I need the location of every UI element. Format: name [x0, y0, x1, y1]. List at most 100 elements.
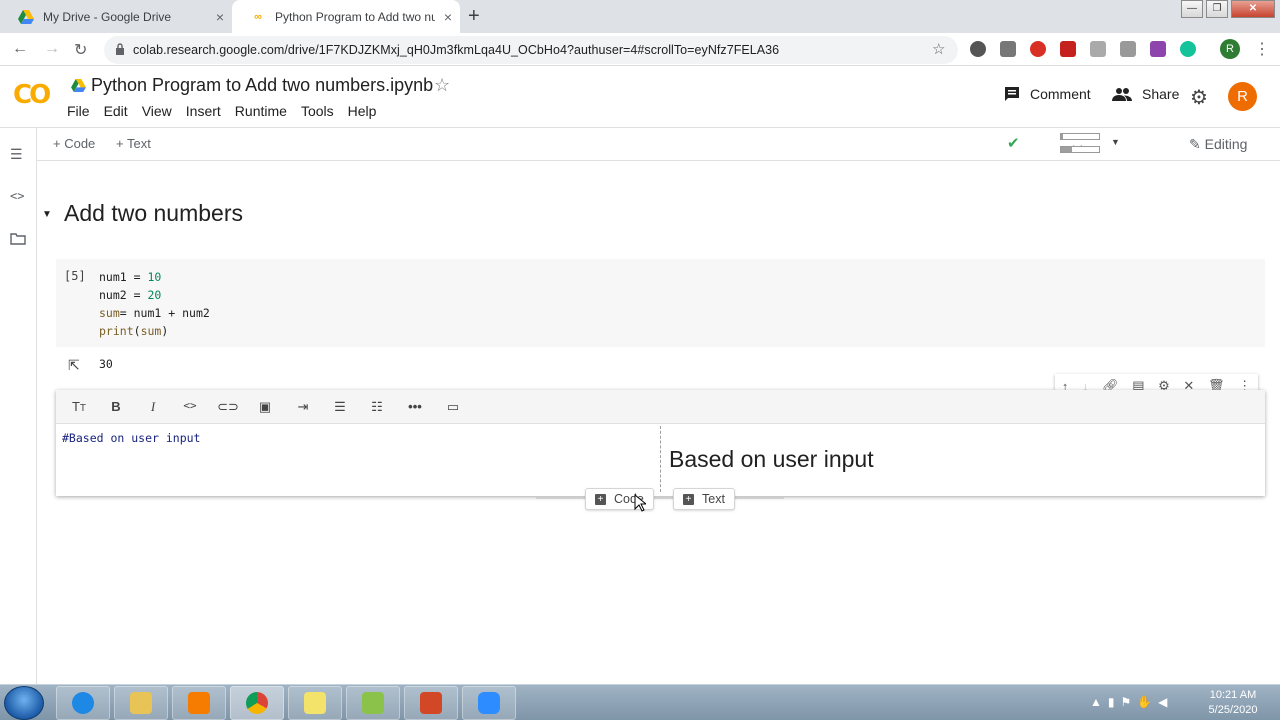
browser-tab-strip: My Drive - Google Drive × ∞ Python Progr…	[0, 0, 1280, 33]
menu-runtime[interactable]: Runtime	[235, 103, 287, 119]
minimize-button[interactable]: —	[1181, 0, 1203, 18]
add-text-button[interactable]: + Text	[116, 136, 151, 151]
section-heading: Add two numbers	[64, 200, 243, 226]
heading-icon[interactable]: TT	[68, 399, 90, 414]
chrome-menu-icon[interactable]: ⋮	[1254, 39, 1270, 59]
chart-app-icon[interactable]	[346, 686, 400, 720]
close-tab-icon[interactable]: ×	[216, 9, 224, 25]
extension-icon[interactable]	[1060, 41, 1076, 57]
disk-usage-fill	[1061, 147, 1073, 152]
extension-icon[interactable]	[1000, 41, 1016, 57]
clock-time: 10:21 AM	[1209, 689, 1257, 701]
code-snippets-icon[interactable]: <>	[10, 189, 24, 203]
code-editor[interactable]: num1 = 10 num2 = 20 sum= num1 + num2 print(…	[99, 268, 210, 340]
system-tray-icons[interactable]: ▲▮⚑✋◀	[1090, 695, 1173, 709]
new-tab-button[interactable]: +	[468, 5, 480, 28]
mouse-cursor-icon	[634, 494, 646, 512]
indent-icon[interactable]: ⇥	[292, 399, 314, 415]
ram-usage-fill	[1061, 134, 1063, 139]
extension-icon[interactable]	[1030, 41, 1046, 57]
extension-icon[interactable]	[1180, 41, 1196, 57]
execution-count[interactable]: [5]	[64, 269, 86, 283]
notebook-title[interactable]: Python Program to Add two numbers.ipynb	[91, 75, 433, 96]
sticky-notes-icon[interactable]	[288, 686, 342, 720]
colab-icon: ∞	[254, 10, 262, 23]
forward-icon[interactable]: →	[44, 40, 60, 58]
star-icon[interactable]: ☆	[434, 75, 450, 96]
gear-icon[interactable]: ⚙	[1190, 85, 1208, 110]
comment-button[interactable]: Comment	[1004, 86, 1091, 102]
chrome-icon[interactable]	[230, 686, 284, 720]
bulleted-list-icon[interactable]: ☷	[366, 399, 388, 415]
back-icon[interactable]: ←	[12, 40, 28, 58]
left-sidebar: ☰ <>	[0, 128, 37, 684]
output-icon[interactable]: ⇱	[68, 357, 80, 374]
extension-icon[interactable]	[1150, 41, 1166, 57]
avatar[interactable]: R	[1228, 82, 1257, 111]
image-icon[interactable]: ▣	[254, 399, 276, 415]
tab-title: Python Program to Add two num	[275, 9, 435, 24]
horizontal-rule-icon[interactable]: •••	[404, 399, 426, 414]
menu-file[interactable]: File	[67, 103, 90, 119]
tab-my-drive[interactable]: My Drive - Google Drive ×	[0, 0, 232, 33]
plus-icon: +	[595, 493, 606, 505]
ram-usage-bar	[1060, 133, 1100, 140]
powerpoint-icon[interactable]	[404, 686, 458, 720]
connected-check-icon: ✔	[1007, 135, 1020, 152]
resources-dropdown-icon[interactable]: ▼	[1111, 137, 1120, 147]
editing-mode[interactable]: ✎ Editing	[1189, 136, 1247, 153]
start-button[interactable]	[4, 686, 44, 720]
menu-tools[interactable]: Tools	[301, 103, 334, 119]
numbered-list-icon[interactable]: ☰	[329, 399, 351, 415]
media-player-icon[interactable]	[172, 686, 226, 720]
format-toolbar: TT B I <> ⊂⊃ ▣ ⇥ ☰ ☷ ••• ▭	[56, 390, 1265, 424]
menu-help[interactable]: Help	[348, 103, 377, 119]
share-button[interactable]: Share	[1112, 86, 1179, 102]
editing-label: Editing	[1204, 136, 1248, 152]
menu-view[interactable]: View	[142, 103, 172, 119]
bold-icon[interactable]: B	[105, 399, 127, 414]
comment-icon	[1005, 87, 1019, 101]
text-cell[interactable]: TT B I <> ⊂⊃ ▣ ⇥ ☰ ☷ ••• ▭ #Based on use…	[56, 390, 1265, 496]
share-label: Share	[1142, 86, 1180, 102]
collapse-section-icon[interactable]: ▼	[42, 209, 52, 220]
extension-icon[interactable]	[1120, 41, 1136, 57]
comment-label: Comment	[1030, 86, 1091, 102]
tab-colab-notebook[interactable]: ∞ Python Program to Add two num ×	[232, 0, 460, 33]
maximize-button[interactable]: ❐	[1206, 0, 1228, 18]
preview-layout-icon[interactable]: ▭	[442, 399, 464, 415]
insert-text-label: Text	[702, 492, 725, 506]
menu-insert[interactable]: Insert	[186, 103, 221, 119]
colab-logo[interactable]: CO	[13, 80, 51, 110]
reload-icon[interactable]: ↻	[74, 40, 87, 60]
close-tab-icon[interactable]: ×	[444, 9, 452, 25]
italic-icon[interactable]: I	[142, 399, 164, 415]
file-explorer-icon[interactable]	[114, 686, 168, 720]
taskbar-clock[interactable]: 10:21 AM 5/25/2020	[1200, 688, 1266, 718]
cell-output: 30	[99, 357, 113, 371]
close-window-button[interactable]: ✕	[1231, 0, 1275, 18]
plus-icon: +	[683, 493, 694, 505]
code-cell[interactable]: [5] num1 = 10 num2 = 20 sum= num1 + num2 pr…	[56, 259, 1265, 347]
menu-edit[interactable]: Edit	[104, 103, 128, 119]
people-icon	[1112, 88, 1132, 101]
browser-profile-avatar[interactable]: R	[1220, 39, 1240, 59]
url-text: colab.research.google.com/drive/1F7KDJZK…	[133, 43, 780, 57]
bookmark-star-icon[interactable]: ☆	[932, 40, 945, 58]
insert-text-button[interactable]: + Text	[673, 488, 735, 510]
extension-icon[interactable]	[1090, 41, 1106, 57]
google-drive-icon	[71, 79, 86, 97]
markdown-source[interactable]: #Based on user input	[62, 431, 200, 445]
pencil-icon: ✎	[1189, 136, 1201, 152]
omnibox[interactable]: colab.research.google.com/drive/1F7KDJZK…	[104, 36, 958, 64]
table-of-contents-icon[interactable]: ☰	[10, 146, 23, 163]
windows-taskbar: ▲▮⚑✋◀ 10:21 AM 5/25/2020	[0, 684, 1280, 720]
folder-icon[interactable]	[10, 232, 26, 248]
add-code-button[interactable]: + Code	[53, 136, 95, 151]
link-icon[interactable]: ⊂⊃	[217, 399, 239, 415]
internet-explorer-icon[interactable]	[56, 686, 110, 720]
zoom-icon[interactable]	[462, 686, 516, 720]
code-icon[interactable]: <>	[179, 399, 201, 412]
insert-cell-divider	[536, 497, 784, 499]
extension-icon[interactable]	[970, 41, 986, 57]
